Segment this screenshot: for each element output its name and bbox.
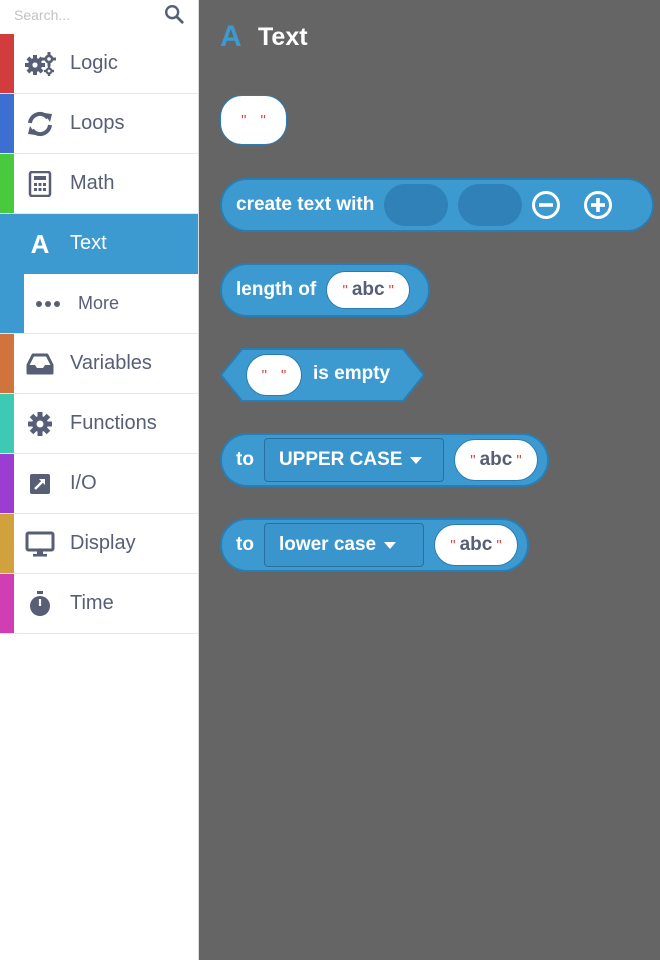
category-label: Time: [70, 592, 114, 614]
chevron-down-icon: [410, 456, 423, 464]
quote-open: ": [470, 451, 476, 469]
category-label: Functions: [70, 412, 157, 434]
quote-open: ": [241, 111, 247, 129]
quote-open: ": [342, 281, 348, 299]
arrow-box-icon: [24, 470, 56, 498]
block-label: to: [236, 449, 254, 470]
category-time[interactable]: Time: [0, 574, 198, 634]
category-color-stripe: [0, 334, 14, 393]
category-label: More: [78, 293, 120, 313]
category-label: Logic: [70, 52, 118, 74]
case-dropdown[interactable]: lower case: [263, 523, 424, 567]
to-upper-case-block[interactable]: to UPPER CASE " abc ": [220, 433, 549, 487]
to-lower-case-block[interactable]: to lower case " abc ": [220, 518, 529, 572]
category-text[interactable]: A Text: [0, 214, 198, 274]
chevron-down-icon: [384, 541, 397, 549]
category-math[interactable]: Math: [0, 154, 198, 214]
quote-close: ": [260, 111, 266, 129]
search-bar: [0, 0, 198, 34]
quote-close: ": [388, 281, 394, 299]
category-label: Math: [70, 172, 115, 194]
flyout-header: A Text: [220, 20, 308, 54]
category-label: Display: [70, 532, 136, 554]
category-color-stripe: [0, 574, 14, 633]
gear-icon: [24, 410, 56, 438]
plus-circle-icon[interactable]: [583, 190, 613, 220]
category-color-stripe: [0, 454, 14, 513]
length-of-block[interactable]: length of " abc ": [220, 263, 430, 317]
category-color-stripe: [0, 394, 14, 453]
category-display[interactable]: Display: [0, 514, 198, 574]
case-dropdown[interactable]: UPPER CASE: [263, 438, 444, 482]
text-string-block[interactable]: " ": [220, 95, 287, 145]
inbox-tray-icon: [24, 350, 56, 378]
string-value: abc: [459, 534, 493, 555]
category-loops[interactable]: Loops: [0, 94, 198, 154]
gears-icon: [24, 50, 56, 78]
dropdown-value: lower case: [278, 534, 377, 555]
category-logic[interactable]: Logic: [0, 34, 198, 94]
quote-close: ": [516, 451, 522, 469]
input-slot[interactable]: [384, 184, 449, 226]
category-io[interactable]: I/O: [0, 454, 198, 514]
monitor-icon: [24, 530, 56, 558]
category-label: I/O: [70, 472, 97, 494]
toolbox-sidebar: Logic Loops: [0, 0, 199, 960]
category-functions[interactable]: Functions: [0, 394, 198, 454]
category-color-stripe: [0, 514, 14, 573]
loop-arrows-icon: [24, 110, 56, 138]
calculator-icon: [24, 170, 56, 198]
string-input[interactable]: " ": [246, 354, 302, 396]
category-label: Variables: [70, 352, 152, 374]
quote-open: ": [450, 536, 456, 554]
category-color-stripe: [0, 154, 14, 213]
input-slot[interactable]: [458, 184, 523, 226]
category-variables[interactable]: Variables: [0, 334, 198, 394]
category-color-stripe: [0, 94, 14, 153]
quote-close: ": [496, 536, 502, 554]
dropdown-value: UPPER CASE: [278, 449, 403, 470]
ellipsis-icon: [32, 290, 64, 318]
category-color-stripe: [0, 34, 14, 93]
minus-circle-icon[interactable]: [531, 190, 561, 220]
category-label: Text: [70, 232, 107, 254]
category-color-stripe: [0, 274, 24, 333]
quote-open: ": [261, 366, 267, 384]
string-value: abc: [479, 449, 513, 470]
category-text-more[interactable]: More: [0, 274, 198, 334]
block-label: to: [236, 534, 254, 555]
search-icon[interactable]: [163, 3, 185, 25]
string-input[interactable]: " abc ": [433, 524, 518, 566]
block-label: is empty: [313, 363, 391, 384]
block-label: length of: [236, 279, 317, 300]
stopwatch-icon: [24, 590, 56, 618]
string-input[interactable]: " abc ": [453, 439, 538, 481]
create-text-with-block[interactable]: create text with: [220, 178, 654, 232]
is-empty-block[interactable]: " " is empty: [220, 348, 426, 402]
flyout-title: Text: [258, 22, 308, 51]
search-input[interactable]: [0, 0, 160, 30]
string-value: abc: [351, 279, 385, 300]
letter-a-icon: A: [220, 20, 242, 53]
category-label: Loops: [70, 112, 125, 134]
string-input[interactable]: " abc ": [326, 271, 411, 309]
block-label: create text with: [236, 194, 375, 215]
quote-close: ": [281, 366, 287, 384]
letter-a-icon: A: [30, 228, 50, 259]
category-color-stripe: [0, 214, 14, 273]
